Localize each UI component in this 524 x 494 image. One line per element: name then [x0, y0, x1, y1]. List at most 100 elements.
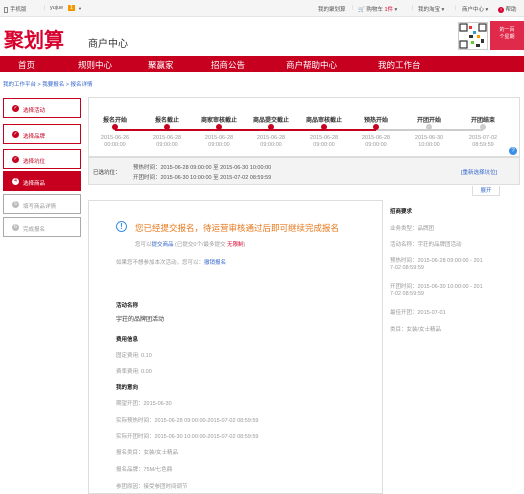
reselect-slot-link[interactable]: [重新选择坑位] [461, 168, 497, 176]
timeline-datetime: 2015-06-28 09:00:00 [298, 135, 350, 149]
category: 报名类目：女装/女士精品 [116, 450, 179, 456]
header-subtitle: 商户中心 [88, 39, 128, 50]
logo[interactable]: 聚划算 [4, 24, 64, 53]
req-preheat: 预热时间：2015-06-28 09:00:00 - 201 [390, 258, 483, 264]
nav-workbench[interactable]: 我的工作台 [378, 59, 421, 71]
user-badge: 1 [68, 5, 76, 11]
nav-rules[interactable]: 规则中心 [78, 59, 112, 71]
sidebar-step-activity[interactable]: ✓ 选择活动 [3, 98, 81, 118]
fixed-fee: 固定费用: 0.10 [116, 353, 152, 359]
timeline-date: 2015-06-28 [361, 135, 391, 141]
timeline-date: 2015-06-26 [100, 135, 130, 141]
check-icon: ✓ [12, 105, 19, 112]
req-preheat-cont: 7-02 08:59:59 [390, 265, 424, 271]
timeline-dot [426, 124, 432, 130]
timeline-date: 2015-06-30 [414, 135, 444, 141]
req-category: 类目：女装/女士精品 [390, 327, 442, 333]
sidebar-step-goods[interactable]: 4 选择商品 [3, 171, 81, 191]
timeline-step-title: 商品提交截止 [252, 118, 289, 124]
help-circle-icon[interactable]: ? [509, 147, 517, 155]
sidebar-step-brand[interactable]: ✓ 选择品牌 [3, 124, 81, 144]
timeline-datetime: 2015-06-28 09:00:00 [141, 135, 193, 149]
sidebar-step-label: 填写商品详情 [23, 204, 57, 210]
help-icon: ? [498, 7, 504, 13]
phone-icon [4, 6, 8, 13]
reason: 参团原因：接受参团时间调节 [116, 484, 188, 490]
actual-preheat: 实际预热时间：2015-06-28 09:00:00-2015-07-02 08… [116, 418, 259, 424]
timeline-time: 08:59:59 [472, 142, 494, 148]
main-panel: ! 您已经提交报名，待运营审核通过后即可继续完成报名 您可以提交商品 (已提交0… [88, 200, 383, 494]
req-open-cont: 7-02 08:59:59 [390, 291, 424, 297]
timeline-date: 2015-06-28 [152, 135, 182, 141]
my-taobao-link[interactable]: 我的淘宝 ▾ [418, 5, 444, 13]
info-icon: ! [116, 221, 127, 232]
timeline-datetime: 2015-07-02 08:59:59 [457, 135, 509, 149]
banner-line: 的一百 [499, 27, 515, 33]
requirements-panel: 招商要求 业务类型：品牌团 活动名称：宇荘的品牌团活动 预热时间：2015-06… [386, 200, 520, 494]
sidebar-step-label: 选择活动 [23, 108, 46, 114]
sidebar-step-label: 完成报名 [23, 227, 46, 233]
nav-help-center[interactable]: 商户帮助中心 [286, 59, 337, 71]
timeline-dot [164, 124, 170, 130]
chevron-down-icon[interactable]: ▼ [78, 6, 82, 11]
timeline-datetime: 2015-06-28 09:00:00 [193, 135, 245, 149]
timeline-dot [216, 124, 222, 130]
submit-goods-link[interactable]: 提交商品 [152, 242, 174, 248]
top-bar: 手机版 | yujue 1 ▼ 我的聚划算 | 🛒 购物车 1件 ▾ | 我的淘… [0, 0, 524, 17]
timeline-step-title: 开团开始 [416, 118, 441, 124]
cancel-registration-link[interactable]: 撤销报名 [204, 260, 226, 266]
nav-juyingjia[interactable]: 聚赢家 [148, 59, 174, 71]
timeline-datetime: 2015-06-30 10:00:00 [403, 135, 455, 149]
timeline-steps: 报名开始 2015-06-26 00:00:00 报名截止 2015-06-28 09:0… [88, 97, 520, 157]
timeline-step-title: 报名截止 [154, 118, 179, 124]
text: 您可以 [135, 242, 152, 248]
promo-banner[interactable]: 的一百 个星期 [490, 21, 524, 50]
nav-home[interactable]: 首页 [18, 59, 35, 71]
sidebar-step-goods-detail: 5 填写商品详情 [3, 194, 81, 214]
timeline-datetime: 2015-06-28 09:00:00 [245, 135, 297, 149]
timeline-datetime: 2015-06-26 00:00:00 [89, 135, 141, 149]
nav-announcements[interactable]: 招商公告 [211, 59, 245, 71]
timeline-date: 2015-06-28 [309, 135, 339, 141]
timeline-dot [321, 124, 327, 130]
req-type: 业务类型：品牌团 [390, 226, 435, 232]
merchant-center-link[interactable]: 商户中心 ▾ [462, 5, 488, 13]
text: (已提交0个/最多提交 [173, 242, 228, 248]
step-number: 5 [12, 201, 19, 208]
text: 如果您不想参加本次活动，您可以： [116, 260, 205, 266]
text: ) [243, 242, 246, 248]
sidebar-step-slot[interactable]: ✓ 选择坑位 [3, 149, 81, 169]
qr-code [458, 22, 488, 50]
step-number: 4 [12, 178, 19, 185]
my-jhs-link[interactable]: 我的聚划算 [318, 5, 346, 13]
divider: | [455, 5, 457, 11]
timeline-date: 2015-06-28 [204, 135, 234, 141]
timeline-step-title: 商家审核截止 [200, 118, 237, 124]
rate-fee: 费率费用: 0.00 [116, 369, 152, 375]
submit-goods-line: 您可以提交商品 (已提交0个/最多提交 无限制) [135, 240, 245, 248]
timeline-date: 2015-07-02 [468, 135, 498, 141]
divider: | [352, 5, 354, 11]
user-name[interactable]: yujue [50, 5, 63, 11]
timeline-step-title: 报名开始 [102, 118, 127, 124]
cart-link[interactable]: 🛒 购物车 1件 ▾ [358, 5, 397, 13]
activity-name-label: 活动名称 [116, 303, 139, 309]
req-activity: 活动名称：宇荘的品牌团活动 [390, 242, 462, 248]
expand-button[interactable]: 展开 [472, 186, 500, 196]
step-number: 6 [12, 224, 19, 231]
sidebar-step-label: 选择坑位 [23, 159, 46, 165]
timeline-dot [480, 124, 486, 130]
timeline-step-title: 开团结束 [470, 118, 495, 124]
help-link[interactable]: ? 帮助 [498, 5, 517, 13]
sidebar-step-finish: 6 完成报名 [3, 217, 81, 237]
fee-label: 费用信息 [116, 337, 139, 343]
slot-label: 已选坑位： [93, 170, 121, 176]
cancel-line: 如果您不想参加本次活动，您可以：撤销报名 [116, 258, 226, 266]
sidebar-step-label: 选择商品 [23, 181, 46, 187]
requirements-title: 招商要求 [390, 209, 413, 215]
timeline-step-title: 预热开始 [363, 118, 388, 124]
mobile-link[interactable]: 手机版 [4, 5, 27, 13]
timeline-date: 2015-06-28 [256, 135, 286, 141]
timeline-time: 09:00:00 [365, 142, 387, 148]
breadcrumb[interactable]: 我的工作平台 > 我要报名 > 报名详情 [3, 80, 93, 88]
